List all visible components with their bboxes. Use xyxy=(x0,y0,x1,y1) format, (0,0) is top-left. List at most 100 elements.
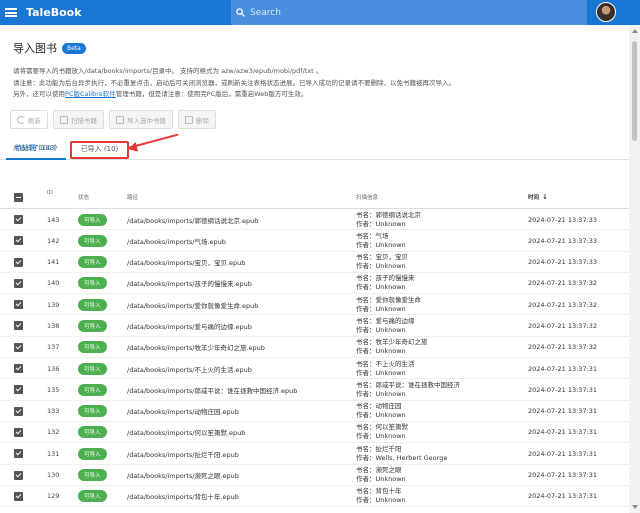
row-checkbox[interactable] xyxy=(14,427,23,437)
row-path: /data/books/imports/扯烂千阳.epub xyxy=(127,450,239,459)
row-checkbox-cell[interactable] xyxy=(14,422,23,443)
scrollbar-thumb[interactable] xyxy=(632,41,637,141)
info-title-label: 书名： xyxy=(356,487,376,496)
row-checkbox[interactable] xyxy=(14,215,23,224)
table-row[interactable]: 142 可导入/data/books/imports/气场.epub 书名：气场 作者… xyxy=(0,230,629,252)
info-title-label: 书名： xyxy=(356,338,376,347)
row-checkbox-cell[interactable] xyxy=(14,337,23,358)
column-status[interactable]: 状态 xyxy=(78,185,89,209)
calibre-link[interactable]: PC版Calibre软件 xyxy=(65,90,116,98)
info-title-value: 郎咸平说：谁在拯救中国经济 xyxy=(375,380,461,389)
table-row[interactable]: 132 可导入/data/books/imports/何以笙箫默.epub 书名：何… xyxy=(0,422,629,444)
row-checkbox-cell[interactable] xyxy=(14,230,23,251)
table-row[interactable]: 135 可导入/data/books/imports/郎咸平说：谁在拯救中国经济.… xyxy=(0,379,629,401)
row-checkbox-cell[interactable] xyxy=(14,486,23,507)
row-scan-info: 书名：郭德纲话说北京 作者：Unknown xyxy=(356,209,421,230)
row-path: /data/books/imports/何以笙箫默.epub xyxy=(127,429,246,438)
row-id: 138 xyxy=(47,321,60,330)
row-checkbox[interactable] xyxy=(14,470,23,480)
scroll-up-icon[interactable] xyxy=(632,29,638,33)
info-author-value: Unknown xyxy=(375,240,406,249)
table-row[interactable]: 141 可导入/data/books/imports/宝贝，宝贝.epub 书名：宝… xyxy=(0,252,629,273)
select-all-cell[interactable] xyxy=(14,185,23,209)
info-author-value: Unknown xyxy=(375,262,406,271)
info-author-value: Unknown xyxy=(375,475,406,484)
info-title-label: 书名： xyxy=(356,380,376,389)
import-selected-button[interactable]: 导入选中书籍 xyxy=(109,110,173,129)
row-checkbox[interactable] xyxy=(14,257,23,267)
toolbar: 刷新 扫描书籍 导入选中书籍 删除 xyxy=(10,110,216,129)
delete-button[interactable]: 删除 xyxy=(178,110,216,129)
row-id: 135 xyxy=(47,385,60,394)
row-checkbox-cell[interactable] xyxy=(14,209,23,230)
row-status-cell: 可导入 xyxy=(78,401,107,422)
search-input[interactable] xyxy=(250,7,550,18)
row-checkbox[interactable] xyxy=(14,236,23,246)
refresh-button[interactable]: 刷新 xyxy=(10,110,48,129)
table-row[interactable]: 书名：毛泽东最后七年风雨路 xyxy=(0,507,629,513)
app-title[interactable]: TaleBook xyxy=(26,6,226,19)
search-bar[interactable] xyxy=(231,0,587,25)
info-title-value: 背包十年 xyxy=(375,487,402,496)
info-author-label: 作者： xyxy=(356,368,376,377)
row-checkbox[interactable] xyxy=(14,385,23,395)
column-time[interactable]: 时间 ↓ xyxy=(528,185,548,209)
row-checkbox[interactable] xyxy=(14,300,23,310)
avatar[interactable] xyxy=(596,2,616,22)
row-time: 2024-07-21 13:37:32 xyxy=(528,279,598,288)
info-author-label: 作者： xyxy=(356,325,376,334)
column-id[interactable]: ID xyxy=(47,187,53,199)
table-row[interactable]: 137 可导入/data/books/imports/牧羊少年奇幻之旅.epub 书… xyxy=(0,337,629,359)
status-chip: 可导入 xyxy=(78,469,107,482)
table-row[interactable]: 129 可导入/data/books/imports/背包十年.epub 书名：背包… xyxy=(0,486,629,508)
info-author-label: 作者： xyxy=(356,453,376,462)
info-title-label: 书名： xyxy=(356,466,376,475)
info-title-value: 爱与痛的边缘 xyxy=(375,316,415,325)
row-checkbox[interactable] xyxy=(14,278,23,288)
row-checkbox[interactable] xyxy=(14,321,23,331)
column-time-label: 时间 xyxy=(528,195,540,201)
row-checkbox[interactable] xyxy=(14,406,23,416)
row-time: 2024-07-21 13:37:31 xyxy=(528,449,598,458)
row-id: 132 xyxy=(47,428,60,437)
info-title-label: 书名： xyxy=(356,274,376,283)
table-row[interactable]: 138 可导入/data/books/imports/爱与痛的边缘.epub 书名：… xyxy=(0,315,629,337)
row-checkbox-cell[interactable] xyxy=(14,294,23,315)
row-checkbox-cell[interactable] xyxy=(14,465,23,486)
info-author-value: Unknown xyxy=(375,389,406,398)
row-checkbox-cell[interactable] xyxy=(14,315,23,336)
row-checkbox[interactable] xyxy=(14,449,23,459)
table-row[interactable]: 140 可导入/data/books/imports/孩子的慢慢来.epub 书名：… xyxy=(0,273,629,295)
scroll-down-icon[interactable] xyxy=(632,505,638,509)
row-checkbox-cell[interactable] xyxy=(14,358,23,379)
table-row[interactable]: 136 可导入/data/books/imports/不上火的生活.epub 书名：… xyxy=(0,358,629,380)
row-checkbox-cell[interactable] xyxy=(14,273,23,294)
row-status-cell: 可导入 xyxy=(78,252,107,273)
row-checkbox[interactable] xyxy=(14,342,23,352)
row-checkbox-cell[interactable] xyxy=(14,401,23,422)
select-all-checkbox[interactable] xyxy=(14,192,23,202)
table-row[interactable]: 139 可导入/data/books/imports/爱你就像爱生命.epub 书名… xyxy=(0,294,629,316)
sort-down-icon[interactable]: ↓ xyxy=(542,193,548,201)
row-id: 131 xyxy=(47,449,60,458)
table-row[interactable]: 131 可导入/data/books/imports/扯烂千阳.epub 书名：扯烂… xyxy=(0,443,629,465)
tab-pending[interactable]: 待处理 (133) xyxy=(6,138,66,160)
row-checkbox[interactable] xyxy=(14,364,23,374)
column-info[interactable]: 扫描信息 xyxy=(356,185,378,209)
scan-books-button[interactable]: 扫描书籍 xyxy=(53,110,104,129)
row-checkbox[interactable] xyxy=(14,491,23,501)
table-row[interactable]: 133 可导入/data/books/imports/动物庄园.epub 书名：动物… xyxy=(0,401,629,422)
table-row[interactable]: 130 可导入/data/books/imports/濒死之眼.epub 书名：濒死… xyxy=(0,465,629,486)
table-row[interactable]: 143 可导入/data/books/imports/郭德纲话说北京.epub 书名… xyxy=(0,209,629,231)
row-id: 137 xyxy=(47,343,60,352)
column-path[interactable]: 路径 xyxy=(127,185,138,209)
row-checkbox-cell[interactable] xyxy=(14,252,23,273)
page-scrollbar[interactable] xyxy=(629,25,640,513)
import-selected-label: 导入选中书籍 xyxy=(127,116,166,125)
row-scan-info: 书名：何以笙箫默 作者：Unknown xyxy=(356,422,408,443)
row-checkbox-cell[interactable] xyxy=(14,443,23,464)
row-checkbox-cell[interactable] xyxy=(14,379,23,400)
row-time: 2024-07-21 13:37:32 xyxy=(528,343,598,352)
row-path: /data/books/imports/牧羊少年奇幻之旅.epub xyxy=(127,344,265,353)
menu-icon[interactable] xyxy=(5,8,17,17)
